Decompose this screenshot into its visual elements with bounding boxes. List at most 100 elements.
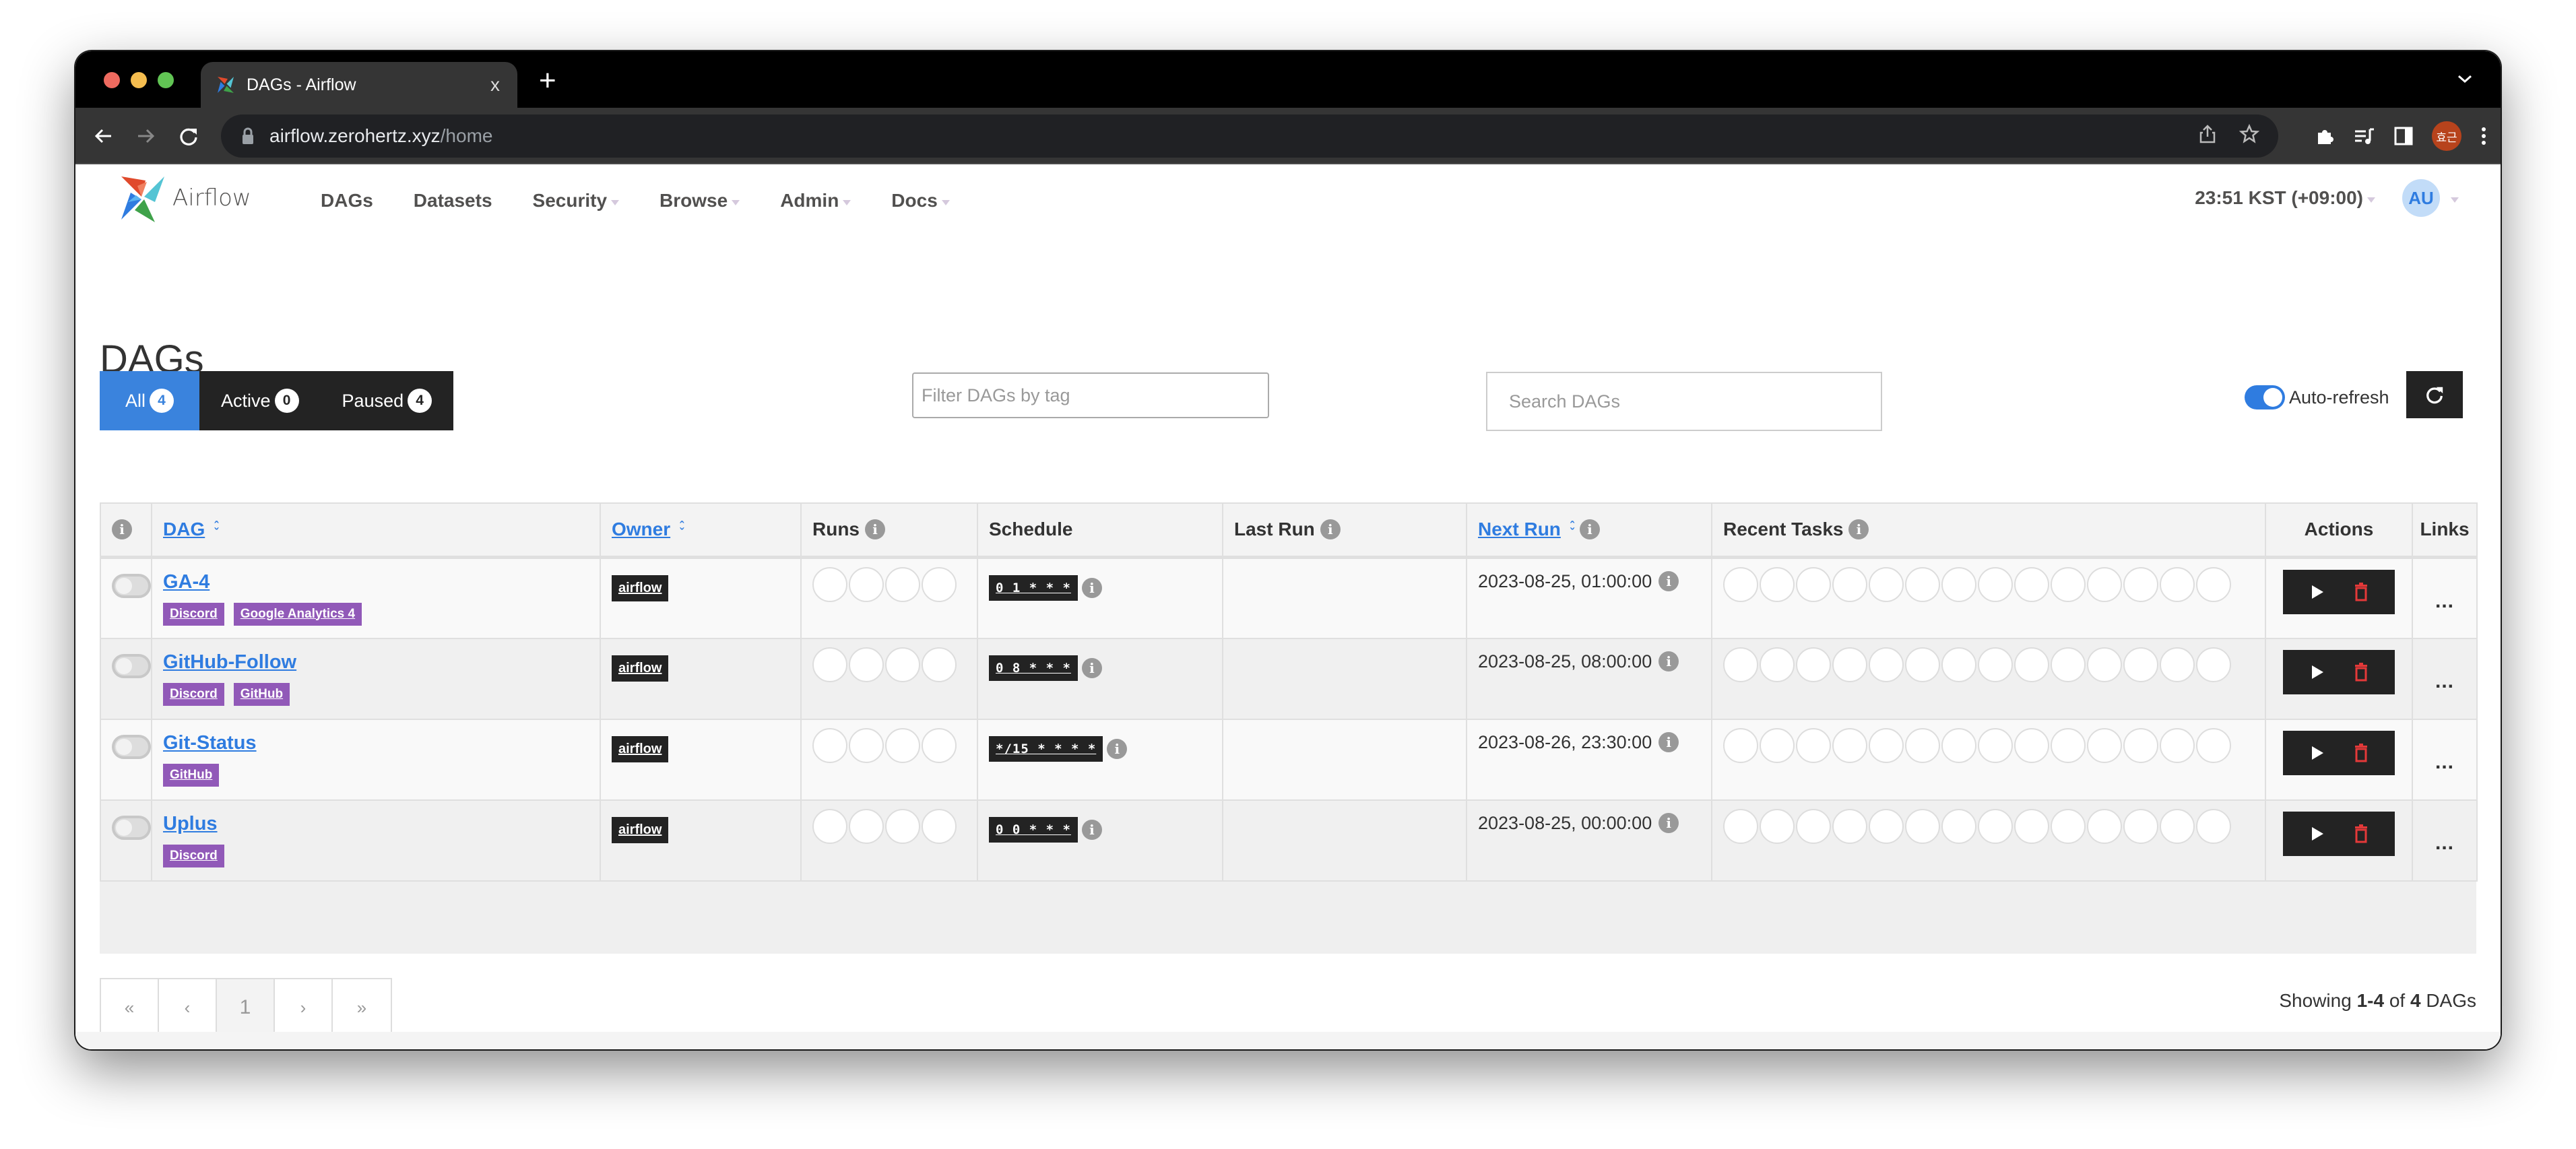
info-icon[interactable]: i: [1659, 571, 1679, 591]
task-status-circle[interactable]: [1941, 808, 1976, 844]
run-status-circle[interactable]: [885, 566, 920, 602]
dag-id-link[interactable]: Git-Status: [163, 732, 257, 754]
task-status-circle[interactable]: [2051, 727, 2086, 763]
delete-dag-trash-icon[interactable]: [2354, 582, 2369, 601]
dag-tag[interactable]: GitHub: [233, 682, 290, 706]
task-status-circle[interactable]: [2087, 566, 2122, 602]
task-status-circle[interactable]: [2014, 566, 2049, 602]
info-icon[interactable]: i: [1081, 819, 1102, 840]
browser-tab-active[interactable]: DAGs - Airflow x: [201, 62, 517, 108]
info-icon[interactable]: i: [1081, 657, 1102, 678]
run-status-circle[interactable]: [812, 808, 847, 844]
side-panel-icon[interactable]: [2394, 126, 2413, 146]
dag-pause-toggle[interactable]: [112, 815, 151, 840]
info-icon[interactable]: i: [1579, 519, 1600, 540]
owner-badge[interactable]: airflow: [612, 816, 669, 843]
task-status-circle[interactable]: [1869, 647, 1904, 682]
run-status-circle[interactable]: [922, 808, 957, 844]
tab-paused[interactable]: Paused 4: [320, 371, 454, 430]
task-status-circle[interactable]: [2196, 808, 2231, 844]
task-status-circle[interactable]: [1760, 647, 1795, 682]
airflow-logo[interactable]: Airflow: [117, 172, 251, 224]
task-status-circle[interactable]: [2160, 647, 2195, 682]
auto-refresh-toggle[interactable]: [2245, 385, 2285, 409]
timezone-dropdown[interactable]: 23:51 KST (+09:00): [2195, 187, 2375, 209]
page-current-button[interactable]: 1: [217, 979, 275, 1036]
delete-dag-trash-icon[interactable]: [2354, 824, 2369, 843]
task-status-circle[interactable]: [1723, 566, 1758, 602]
reload-button[interactable]: [175, 123, 202, 150]
header-dag[interactable]: DAG ˆ ˇ: [151, 502, 601, 559]
tab-close-icon[interactable]: x: [485, 74, 505, 96]
sort-next-run-link[interactable]: Next Run: [1478, 519, 1561, 540]
tab-all[interactable]: All 4: [100, 371, 200, 430]
browser-profile-avatar[interactable]: 효근: [2432, 121, 2461, 151]
delete-dag-trash-icon[interactable]: [2354, 662, 2369, 682]
task-status-circle[interactable]: [1941, 647, 1976, 682]
dag-id-link[interactable]: GA-4: [163, 571, 210, 593]
task-status-circle[interactable]: [1796, 727, 1831, 763]
run-status-circle[interactable]: [849, 808, 884, 844]
menu-security[interactable]: Security: [513, 185, 640, 217]
task-status-circle[interactable]: [2014, 647, 2049, 682]
page-next-button[interactable]: ›: [275, 979, 333, 1036]
bookmark-star-icon[interactable]: [2239, 124, 2259, 144]
browser-menu-kebab-icon[interactable]: [2480, 126, 2487, 146]
owner-badge[interactable]: airflow: [612, 655, 669, 682]
links-more-icon[interactable]: ...: [2424, 732, 2466, 774]
task-status-circle[interactable]: [2051, 566, 2086, 602]
dag-pause-toggle[interactable]: [112, 734, 151, 759]
task-status-circle[interactable]: [2196, 647, 2231, 682]
tag-filter-input[interactable]: [912, 372, 1269, 418]
info-icon[interactable]: i: [1659, 732, 1679, 752]
menu-docs[interactable]: Docs: [871, 185, 969, 217]
user-menu[interactable]: AU: [2402, 179, 2459, 217]
dag-tag[interactable]: Discord: [163, 844, 224, 867]
tab-active[interactable]: Active 0: [199, 371, 321, 430]
dag-tag[interactable]: Google Analytics 4: [233, 602, 362, 626]
task-status-circle[interactable]: [2051, 808, 2086, 844]
task-status-circle[interactable]: [1832, 566, 1867, 602]
dag-tag[interactable]: Discord: [163, 682, 224, 706]
task-status-circle[interactable]: [2123, 566, 2158, 602]
address-bar[interactable]: airflow.zerohertz.xyz/home: [221, 114, 2278, 158]
trigger-dag-play-icon[interactable]: [2310, 745, 2325, 761]
media-control-icon[interactable]: [2354, 126, 2375, 146]
run-status-circle[interactable]: [922, 566, 957, 602]
info-icon[interactable]: i: [1848, 519, 1869, 540]
page-last-button[interactable]: »: [333, 979, 391, 1036]
task-status-circle[interactable]: [2160, 727, 2195, 763]
task-status-circle[interactable]: [1832, 647, 1867, 682]
task-status-circle[interactable]: [2123, 727, 2158, 763]
task-status-circle[interactable]: [1905, 566, 1940, 602]
run-status-circle[interactable]: [812, 566, 847, 602]
info-icon[interactable]: i: [1320, 519, 1341, 540]
schedule-badge[interactable]: 0 8 * * *: [989, 655, 1078, 681]
dag-pause-toggle[interactable]: [112, 653, 151, 678]
task-status-circle[interactable]: [2014, 727, 2049, 763]
run-status-circle[interactable]: [885, 727, 920, 763]
task-status-circle[interactable]: [1723, 727, 1758, 763]
share-icon[interactable]: [2199, 124, 2216, 144]
task-status-circle[interactable]: [1760, 727, 1795, 763]
run-status-circle[interactable]: [885, 647, 920, 682]
task-status-circle[interactable]: [1760, 808, 1795, 844]
minimize-window-button[interactable]: [131, 72, 147, 88]
task-status-circle[interactable]: [2087, 727, 2122, 763]
extensions-puzzle-icon[interactable]: [2315, 126, 2335, 146]
trigger-dag-play-icon[interactable]: [2310, 664, 2325, 680]
schedule-badge[interactable]: */15 * * * *: [989, 735, 1103, 762]
task-status-circle[interactable]: [2087, 808, 2122, 844]
dag-id-link[interactable]: Uplus: [163, 813, 218, 834]
menu-browse[interactable]: Browse: [639, 185, 760, 217]
task-status-circle[interactable]: [1869, 727, 1904, 763]
task-status-circle[interactable]: [2051, 647, 2086, 682]
page-prev-button[interactable]: ‹: [159, 979, 217, 1036]
task-status-circle[interactable]: [1869, 808, 1904, 844]
forward-button[interactable]: [132, 123, 159, 150]
refresh-button[interactable]: [2406, 371, 2463, 418]
tab-search-chevron-icon[interactable]: [2456, 70, 2474, 88]
dag-tag[interactable]: GitHub: [163, 763, 220, 787]
task-status-circle[interactable]: [1905, 808, 1940, 844]
task-status-circle[interactable]: [2160, 566, 2195, 602]
